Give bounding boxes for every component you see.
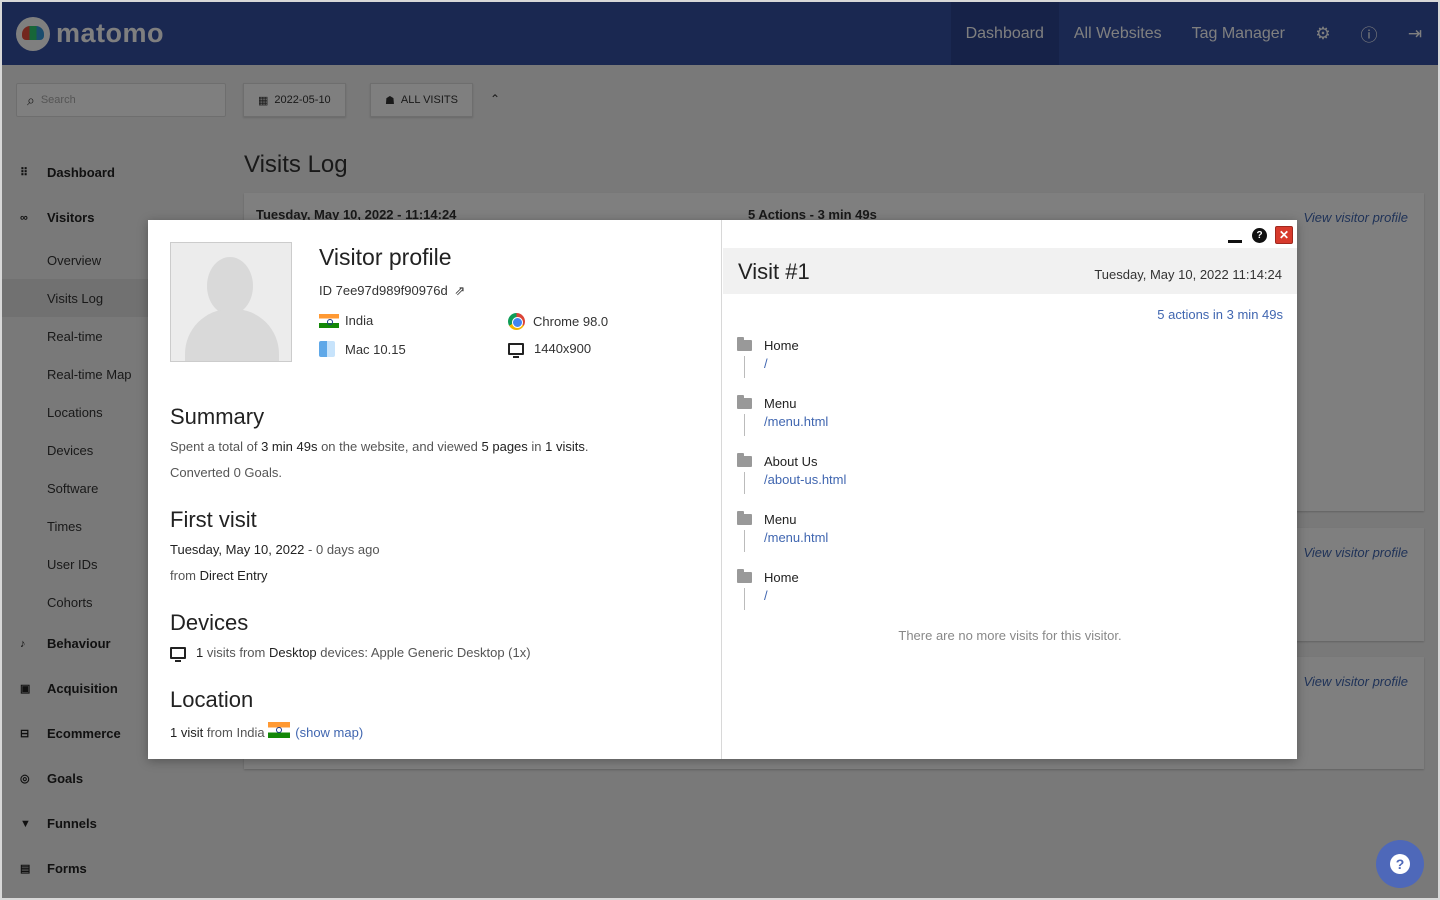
- folder-icon: [737, 569, 752, 583]
- app-window: matomo Dashboard All Websites Tag Manage…: [0, 0, 1440, 900]
- country-text: India: [345, 313, 374, 328]
- goals-converted-text: Converted 0 Goals.: [170, 465, 283, 480]
- visitor-profile-modal: Visitor profile ID 7ee97d989f90976d ⇗ In…: [148, 220, 1297, 759]
- visitor-profile-panel: Visitor profile ID 7ee97d989f90976d ⇗ In…: [148, 220, 722, 759]
- action-item: About Us /about-us.html: [737, 453, 1277, 504]
- folder-icon: [737, 511, 752, 525]
- monitor-icon: [170, 646, 186, 662]
- action-title: Menu: [764, 396, 797, 411]
- monitor-icon: [508, 342, 524, 358]
- minimize-icon[interactable]: [1228, 239, 1242, 243]
- india-flag-icon: [319, 313, 339, 328]
- visit-actions-summary: 5 actions in 3 min 49s: [1157, 307, 1283, 322]
- visitor-browser: Chrome 98.0: [508, 313, 608, 330]
- visit-header: Visit #1 Tuesday, May 10, 2022 11:14:24: [723, 248, 1297, 294]
- action-title: About Us: [764, 454, 818, 469]
- profile-title: Visitor profile: [319, 244, 452, 270]
- action-item: Home /: [737, 337, 1277, 388]
- action-title: Home: [764, 338, 799, 353]
- action-item: Menu /menu.html: [737, 511, 1277, 562]
- action-item: Home /: [737, 569, 1277, 620]
- devices-heading: Devices: [170, 610, 249, 635]
- action-title: Home: [764, 570, 799, 585]
- action-url[interactable]: /: [764, 356, 768, 371]
- visitor-resolution: 1440x900: [508, 341, 592, 358]
- chrome-icon: [508, 313, 525, 330]
- action-url[interactable]: /menu.html: [764, 414, 828, 429]
- window-controls: ? ✕: [1228, 226, 1293, 244]
- help-icon[interactable]: ?: [1252, 227, 1267, 243]
- first-visit-heading: First visit: [170, 507, 257, 532]
- folder-icon: [737, 395, 752, 409]
- location-heading: Location: [170, 687, 254, 712]
- summary-heading: Summary: [170, 404, 265, 429]
- visit-detail-panel: ? ✕ Visit #1 Tuesday, May 10, 2022 11:14…: [723, 220, 1297, 759]
- folder-icon: [737, 453, 752, 467]
- visitor-os: Mac 10.15: [319, 341, 406, 357]
- browser-text: Chrome 98.0: [533, 314, 609, 329]
- action-url[interactable]: /menu.html: [764, 530, 828, 545]
- avatar: [170, 242, 292, 362]
- india-flag-icon: [268, 722, 291, 738]
- folder-icon: [737, 337, 752, 351]
- action-title: Menu: [764, 512, 797, 527]
- action-url[interactable]: /: [764, 588, 768, 603]
- show-map-link[interactable]: (show map): [295, 725, 363, 740]
- no-more-visits-text: There are no more visits for this visito…: [898, 628, 1122, 643]
- visitor-id-text: ID 7ee97d989f90976d: [319, 283, 448, 298]
- first-visit-date: Tuesday, May 10, 2022 - 0 days ago: [170, 542, 380, 557]
- question-icon: ?: [1390, 854, 1410, 874]
- action-item: Menu /menu.html: [737, 395, 1277, 446]
- close-icon[interactable]: ✕: [1275, 226, 1293, 244]
- devices-text: 1 visits from Desktop devices: Apple Gen…: [170, 645, 531, 662]
- first-visit-referrer: from Direct Entry: [170, 568, 268, 583]
- summary-text: Spent a total of 3 min 49s on the websit…: [170, 439, 589, 454]
- visit-datetime: Tuesday, May 10, 2022 11:14:24: [1094, 267, 1282, 282]
- visitor-id: ID 7ee97d989f90976d ⇗: [319, 283, 465, 299]
- os-text: Mac 10.15: [345, 341, 406, 357]
- resolution-text: 1440x900: [534, 341, 592, 356]
- help-button[interactable]: ?: [1376, 840, 1424, 888]
- visit-number: Visit #1: [738, 259, 810, 284]
- external-link-icon[interactable]: ⇗: [454, 283, 465, 298]
- visitor-country: India: [319, 313, 373, 328]
- location-text: 1 visit from India (show map): [170, 722, 363, 742]
- mac-finder-icon: [319, 341, 335, 357]
- action-url[interactable]: /about-us.html: [764, 472, 846, 487]
